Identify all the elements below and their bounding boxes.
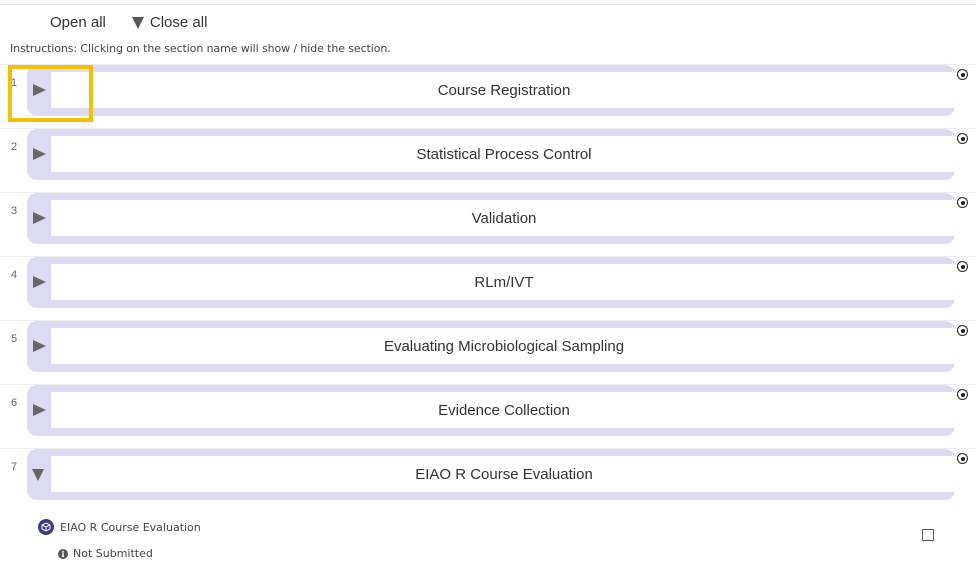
section-title[interactable]: Validation bbox=[51, 200, 957, 236]
open-all-label: Open all bbox=[50, 14, 106, 31]
section-title[interactable]: Evaluating Microbiological Sampling bbox=[51, 328, 957, 364]
info-icon: i bbox=[58, 548, 68, 559]
activity-status-text: Not Submitted bbox=[73, 547, 153, 560]
section-number: 4 bbox=[11, 269, 18, 281]
activity-title-link[interactable]: EIAO R Course Evaluation bbox=[60, 521, 201, 534]
section-2: 2 Statistical Process Control bbox=[0, 128, 976, 192]
caret-right-icon[interactable] bbox=[33, 84, 46, 96]
course-page: Open all Close all Instructions: Clickin… bbox=[0, 0, 976, 577]
radio-dot-icon[interactable] bbox=[957, 325, 968, 336]
caret-right-icon[interactable] bbox=[33, 404, 46, 416]
radio-dot-icon[interactable] bbox=[957, 133, 968, 144]
radio-dot-icon[interactable] bbox=[957, 389, 968, 400]
section-5: 5 Evaluating Microbiological Sampling bbox=[0, 320, 976, 384]
close-all-label: Close all bbox=[149, 14, 208, 31]
caret-down-icon[interactable] bbox=[32, 469, 44, 481]
section-header-5[interactable]: Evaluating Microbiological Sampling bbox=[27, 321, 957, 372]
activity-feedback[interactable]: EIAO R Course Evaluation bbox=[38, 519, 201, 535]
section-number: 7 bbox=[11, 461, 18, 473]
radio-dot-icon[interactable] bbox=[957, 453, 968, 464]
section-7: 7 EIAO R Course Evaluation bbox=[0, 448, 976, 512]
section-header-7[interactable]: EIAO R Course Evaluation bbox=[27, 449, 957, 500]
section-title[interactable]: Course Registration bbox=[51, 72, 957, 108]
section-3: 3 Validation bbox=[0, 192, 976, 256]
caret-right-icon[interactable] bbox=[33, 148, 46, 160]
section-number: 5 bbox=[11, 333, 18, 345]
section-title[interactable]: Statistical Process Control bbox=[51, 136, 957, 172]
section-header-2[interactable]: Statistical Process Control bbox=[27, 129, 957, 180]
section-header-1[interactable]: Course Registration bbox=[27, 65, 957, 116]
caret-down-icon bbox=[131, 16, 144, 29]
open-all-link[interactable]: Open all bbox=[50, 14, 106, 31]
section-title[interactable]: Evidence Collection bbox=[51, 392, 957, 428]
radio-dot-icon[interactable] bbox=[957, 261, 968, 272]
section-toggle-controls: Open all Close all bbox=[50, 14, 207, 31]
section-1: 1 Course Registration bbox=[0, 64, 976, 128]
section-title[interactable]: RLm/IVT bbox=[51, 264, 957, 300]
section-header-4[interactable]: RLm/IVT bbox=[27, 257, 957, 308]
feedback-cube-icon bbox=[38, 519, 54, 535]
section-6: 6 Evidence Collection bbox=[0, 384, 976, 448]
section-number: 1 bbox=[11, 77, 18, 89]
section-4: 4 RLm/IVT bbox=[0, 256, 976, 320]
section-header-3[interactable]: Validation bbox=[27, 193, 957, 244]
close-all-link[interactable]: Close all bbox=[131, 14, 208, 31]
caret-right-icon[interactable] bbox=[33, 212, 46, 224]
divider bbox=[0, 4, 976, 5]
instructions-text: Instructions: Clicking on the section na… bbox=[10, 42, 391, 55]
radio-dot-icon[interactable] bbox=[957, 197, 968, 208]
activity-status: i Not Submitted bbox=[58, 547, 153, 560]
section-number: 6 bbox=[11, 397, 18, 409]
section-header-6[interactable]: Evidence Collection bbox=[27, 385, 957, 436]
caret-right-icon[interactable] bbox=[33, 276, 46, 288]
section-number: 3 bbox=[11, 205, 18, 217]
caret-right-icon[interactable] bbox=[33, 340, 46, 352]
section-title[interactable]: EIAO R Course Evaluation bbox=[51, 456, 957, 492]
section-number: 2 bbox=[11, 141, 18, 153]
completion-checkbox[interactable] bbox=[922, 529, 934, 541]
radio-dot-icon[interactable] bbox=[957, 69, 968, 80]
